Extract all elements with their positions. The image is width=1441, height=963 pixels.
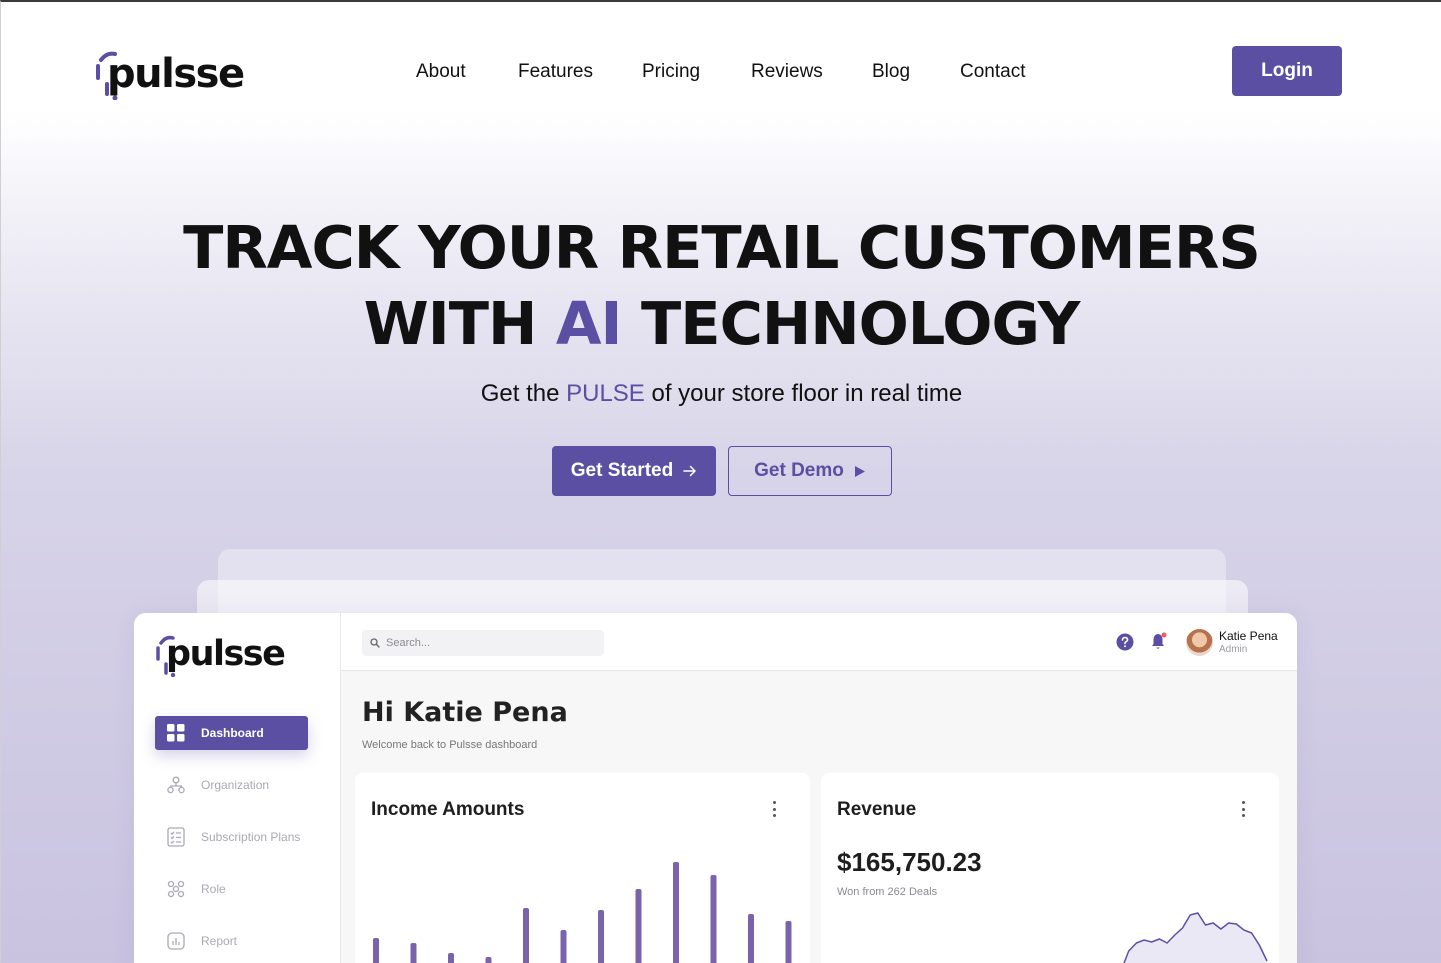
income-bar: [635, 889, 642, 963]
play-icon: [854, 465, 866, 478]
income-bar: [448, 953, 454, 963]
login-button[interactable]: Login: [1232, 46, 1342, 96]
user-name: Katie Pena: [1219, 629, 1278, 643]
sidebar-item-label: Report: [201, 934, 238, 948]
sidebar-item-label: Subscription Plans: [201, 830, 301, 844]
nav-contact[interactable]: Contact: [960, 61, 1025, 83]
get-demo-button[interactable]: Get Demo: [728, 446, 892, 496]
revenue-area-fill: [1124, 913, 1267, 963]
sidebar-item-organization[interactable]: Organization: [155, 768, 308, 802]
hero-title-ai: AI: [555, 289, 623, 358]
income-bar: [523, 908, 529, 963]
income-bar: [560, 930, 567, 963]
main-nav: About Features Pricing Reviews Blog Cont…: [416, 61, 1025, 83]
dashboard-sidebar: pulsse Dashboard Organization Subscripti…: [134, 613, 341, 963]
income-bar: [673, 862, 679, 963]
income-bar: [373, 938, 379, 963]
sidebar-item-label: Role: [201, 882, 226, 896]
sidebar-item-dashboard[interactable]: Dashboard: [155, 716, 308, 750]
user-role: Admin: [1219, 644, 1248, 655]
sidebar-item-label: Dashboard: [201, 726, 264, 740]
nav-features[interactable]: Features: [518, 61, 642, 83]
income-bar: [410, 943, 417, 963]
income-bar: [748, 914, 754, 963]
checklist-icon: [165, 826, 187, 848]
dashboard-topbar: Katie Pena Admin: [341, 613, 1297, 671]
search-icon: [370, 638, 380, 648]
nav-blog[interactable]: Blog: [872, 61, 960, 83]
get-started-button[interactable]: Get Started: [552, 446, 716, 496]
dashboard-greeting: Hi Katie Pena: [362, 697, 568, 728]
revenue-card: Revenue $165,750.23 Won from 262 Deals: [821, 773, 1279, 963]
income-bar-chart: [373, 862, 792, 963]
sidebar-item-label: Organization: [201, 778, 270, 792]
get-demo-label: Get Demo: [754, 460, 844, 481]
sidebar-item-report[interactable]: Report: [155, 924, 308, 958]
revenue-area-chart: [1123, 912, 1268, 963]
logo-text: pulsse: [107, 51, 245, 97]
brand-logo[interactable]: pulsse: [93, 46, 266, 100]
income-bar: [785, 921, 792, 963]
income-bar: [710, 875, 717, 963]
income-bar: [485, 957, 492, 963]
logo-text: pulsse: [166, 634, 286, 674]
subtitle-prefix: Get the: [480, 380, 567, 407]
notification-bell-icon[interactable]: [1150, 632, 1168, 651]
subtitle-suffix: of your store floor in real time: [644, 380, 963, 407]
dashboard-logo[interactable]: pulsse: [154, 631, 304, 677]
people-icon: [165, 878, 187, 900]
sidebar-item-subscription-plans[interactable]: Subscription Plans: [155, 820, 308, 854]
sidebar-item-role[interactable]: Role: [155, 872, 308, 906]
search-box[interactable]: [362, 630, 604, 656]
help-icon[interactable]: [1116, 633, 1134, 651]
hero-title-technology: TECHNOLOGY: [621, 289, 1080, 358]
subtitle-pulse: PULSE: [566, 380, 645, 407]
income-bar: [598, 910, 604, 963]
hero-title-with: WITH: [363, 289, 556, 358]
nav-reviews[interactable]: Reviews: [751, 61, 872, 83]
dashboard-preview: pulsse Dashboard Organization Subscripti…: [134, 613, 1297, 963]
nav-pricing[interactable]: Pricing: [642, 61, 751, 83]
search-input[interactable]: [386, 637, 586, 649]
chart-icon: [165, 930, 187, 952]
hero-subtitle: Get the PULSE of your store floor in rea…: [1, 380, 1441, 408]
arrow-right-icon: [683, 465, 697, 477]
get-started-label: Get Started: [570, 460, 674, 481]
hero-title-line1: TRACK YOUR RETAIL CUSTOMERS: [183, 213, 1261, 282]
hero-title-line2: WITH AI TECHNOLOGY: [1, 286, 1441, 362]
income-card: Income Amounts: [355, 773, 810, 963]
org-chart-icon: [165, 774, 187, 796]
dashboard-welcome-text: Welcome back to Pulsse dashboard: [362, 739, 538, 751]
user-avatar[interactable]: [1186, 629, 1213, 656]
grid-icon: [165, 722, 187, 744]
nav-about[interactable]: About: [416, 61, 518, 83]
